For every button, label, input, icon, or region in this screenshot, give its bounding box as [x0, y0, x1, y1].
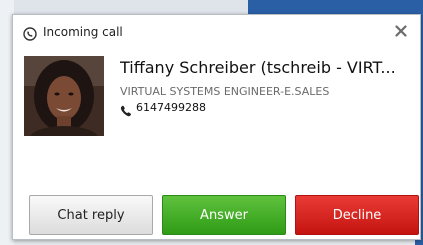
caller-job-title: VIRTUAL SYSTEMS ENGINEER-E.SALES: [120, 85, 330, 98]
caller-phone-row: 6147499288: [120, 101, 206, 116]
chat-reply-button[interactable]: Chat reply: [29, 195, 153, 235]
decline-button[interactable]: Decline: [295, 195, 419, 235]
popup-title: Incoming call: [43, 25, 123, 39]
caller-phone-number[interactable]: 6147499288: [136, 101, 206, 114]
caller-avatar: [24, 56, 104, 136]
caller-name: Tiffany Schreiber (tschreib - VIRT...: [120, 58, 396, 77]
close-button[interactable]: [391, 21, 411, 41]
phone-icon: [120, 102, 132, 116]
incoming-call-popup: Incoming call Tiffany Schreiber (tschrei…: [12, 14, 421, 240]
desktop-background-window: [248, 0, 423, 14]
answer-button[interactable]: Answer: [162, 195, 286, 235]
call-app-icon: [23, 26, 37, 41]
close-icon: [395, 25, 407, 37]
popup-header: Incoming call: [13, 15, 420, 49]
